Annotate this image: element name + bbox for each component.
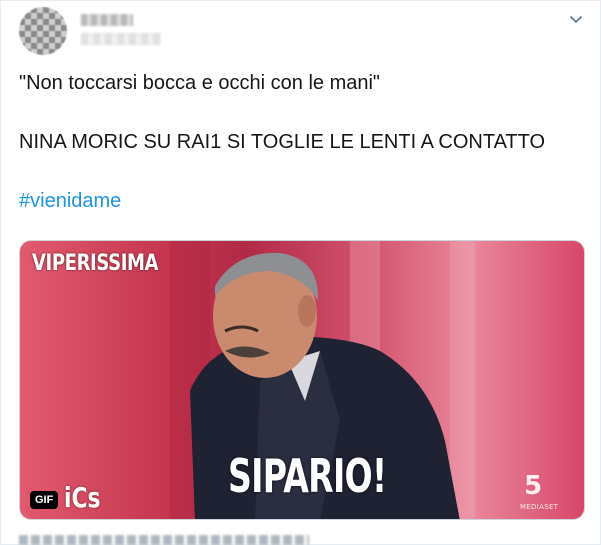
brand-watermark: iCs [64, 481, 101, 514]
timestamp-blurred[interactable] [19, 535, 309, 545]
display-name-blurred[interactable] [81, 14, 133, 26]
chevron-down-icon[interactable] [568, 11, 584, 27]
show-logo: VIPERISSIMA [32, 251, 159, 276]
hashtag-link[interactable]: #vienidame [19, 189, 121, 213]
gif-media[interactable]: VIPERISSIMA SIPARIO! iCs GIF 5 MEDIASET [19, 240, 585, 520]
avatar[interactable] [19, 7, 67, 55]
tweet-text-line-1: "Non toccarsi bocca e occhi con le mani" [19, 72, 381, 94]
user-handle-blurred[interactable] [81, 33, 161, 45]
gif-badge: GIF [30, 491, 59, 509]
tweet-card: "Non toccarsi bocca e occhi con le mani"… [0, 0, 601, 545]
channel-name: MEDIASET [520, 503, 559, 511]
tweet-text-line-2: NINA MORIC SU RAI1 SI TOGLIE LE LENTI A … [19, 131, 546, 153]
caption-text: SIPARIO! [228, 449, 387, 503]
channel-logo: 5 [524, 471, 543, 501]
